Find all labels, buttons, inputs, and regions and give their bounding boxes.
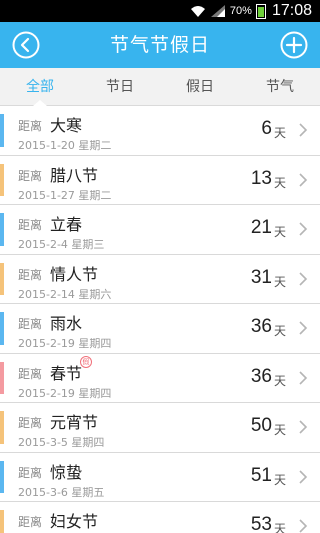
- tab-holidays[interactable]: 假日: [160, 68, 240, 105]
- distance-prefix: 距离: [18, 168, 43, 183]
- list-item[interactable]: 距离 妇女节 53 天: [0, 502, 320, 533]
- list-item[interactable]: 距离 雨水 2015-2-19 星期四 36 天: [0, 304, 320, 354]
- event-name: 立春: [50, 215, 83, 234]
- battery-percent: 70%: [229, 5, 252, 17]
- days-remaining: 6: [261, 118, 272, 139]
- days-unit: 天: [273, 274, 286, 289]
- app-bar: 节气节假日: [0, 22, 320, 68]
- distance-prefix: 距离: [18, 465, 43, 480]
- days-remaining: 13: [250, 167, 272, 189]
- distance-prefix: 距离: [18, 366, 43, 381]
- category-color-bar: [0, 114, 4, 147]
- distance-prefix: 距离: [18, 218, 43, 232]
- days-unit: 天: [273, 126, 286, 140]
- chevron-right-icon: [299, 321, 308, 335]
- event-list: 距离 大寒 2015-1-20 星期二 6 天距离 腊八节 2015-1-27 星期二 13 天…: [0, 106, 320, 533]
- page-title: 节气节假日: [109, 34, 210, 56]
- list-item[interactable]: 距离 腊八节 2015-1-27 星期二 13 天: [0, 155, 320, 205]
- event-date: 2015-3-6 星期五: [18, 485, 105, 499]
- list-item[interactable]: 距离 大寒 2015-1-20 星期二 6 天: [0, 106, 320, 156]
- category-color-bar: [0, 312, 4, 345]
- days-remaining: 53: [250, 514, 272, 533]
- days-unit: 天: [273, 522, 286, 533]
- days-unit: 天: [273, 423, 286, 437]
- event-date: 2015-1-27 星期二: [18, 188, 112, 202]
- status-bar: 70% 17:08: [0, 0, 320, 22]
- chevron-right-icon: [299, 222, 308, 236]
- list-item[interactable]: 距离 春节假 2015-2-19 星期四 36 天: [0, 353, 320, 403]
- distance-prefix: 距离: [18, 267, 43, 282]
- event-date: 2015-2-4 星期三: [18, 238, 105, 251]
- distance-prefix: 距离: [18, 317, 43, 331]
- event-name: 春节: [50, 363, 83, 383]
- event-name: 妇女节: [50, 512, 99, 531]
- days-remaining: 36: [250, 316, 272, 337]
- chevron-right-icon: [299, 420, 308, 434]
- category-color-bar: [0, 262, 4, 295]
- list-item[interactable]: 距离 元宵节 2015-3-5 星期四 50 天: [0, 403, 320, 453]
- signal-icon: [210, 5, 225, 17]
- days-unit: 天: [273, 472, 286, 487]
- tab-solar-terms[interactable]: 节气: [240, 68, 320, 105]
- category-color-bar: [0, 163, 4, 196]
- days-unit: 天: [273, 225, 286, 239]
- chevron-right-icon: [299, 370, 308, 385]
- distance-prefix: 距离: [18, 119, 43, 133]
- days-remaining: 50: [250, 415, 272, 436]
- event-name: 腊八节: [50, 165, 99, 185]
- days-remaining: 31: [250, 266, 272, 288]
- filter-tabs: 全部 节日 假日 节气: [0, 68, 320, 106]
- battery-icon: [255, 3, 266, 19]
- days-unit: 天: [273, 373, 286, 388]
- chevron-right-icon: [299, 123, 308, 137]
- add-circle-icon[interactable]: [280, 31, 308, 59]
- event-name: 雨水: [50, 314, 83, 333]
- category-color-bar: [0, 411, 4, 444]
- days-unit: 天: [273, 324, 286, 338]
- event-name: 惊蛰: [50, 462, 83, 482]
- category-color-bar: [0, 361, 4, 394]
- list-item[interactable]: 距离 惊蛰 2015-3-6 星期五 51 天: [0, 452, 320, 502]
- event-date: 2015-2-19 星期四: [18, 337, 112, 350]
- event-name: 大寒: [50, 116, 83, 135]
- tab-festivals[interactable]: 节日: [80, 68, 160, 105]
- chevron-right-icon: [299, 519, 308, 533]
- event-date: 2015-2-14 星期六: [18, 287, 112, 301]
- chevron-right-icon: [299, 271, 308, 286]
- event-name: 情人节: [50, 264, 99, 284]
- chevron-right-icon: [299, 172, 308, 187]
- distance-prefix: 距离: [18, 416, 43, 430]
- list-item[interactable]: 距离 立春 2015-2-4 星期三 21 天: [0, 205, 320, 255]
- event-date: 2015-2-19 星期四: [18, 386, 112, 400]
- category-color-bar: [0, 213, 4, 246]
- list-item[interactable]: 距离 情人节 2015-2-14 星期六 31 天: [0, 254, 320, 304]
- event-name: 元宵节: [50, 413, 99, 432]
- event-date: 2015-3-5 星期四: [18, 436, 105, 449]
- distance-prefix: 距离: [18, 515, 43, 529]
- days-remaining: 36: [250, 365, 272, 387]
- wifi-icon: [190, 6, 205, 17]
- days-remaining: 51: [250, 464, 272, 486]
- days-unit: 天: [273, 175, 286, 190]
- chevron-right-icon: [299, 469, 308, 484]
- event-date: 2015-1-20 星期二: [18, 139, 112, 152]
- days-remaining: 21: [250, 217, 272, 238]
- clock: 17:08: [271, 2, 312, 19]
- category-color-bar: [0, 510, 4, 533]
- holiday-badge: 假: [80, 355, 92, 368]
- tab-all[interactable]: 全部: [0, 68, 80, 106]
- category-color-bar: [0, 460, 4, 493]
